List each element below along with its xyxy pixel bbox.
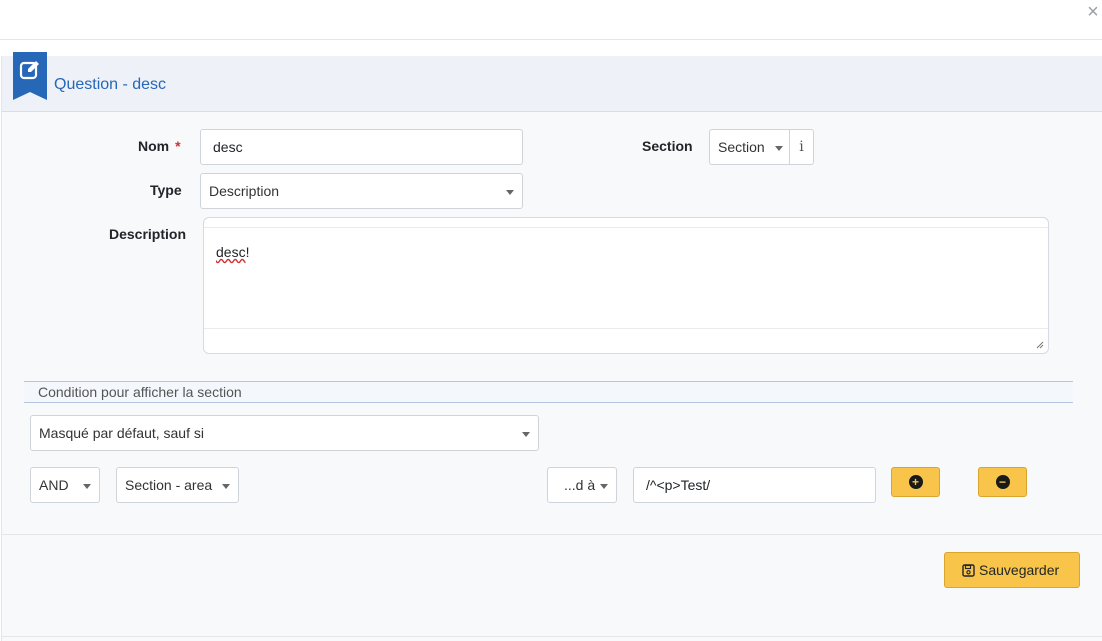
logic-select[interactable]: AND [30,467,100,503]
add-condition-button[interactable]: + [891,467,940,497]
chevron-down-icon [506,190,514,195]
question-panel: Question - desc Nom * desc Section Sectio… [1,52,1102,641]
chevron-down-icon [600,484,608,489]
type-select-value: Description [209,183,280,199]
chevron-down-icon [222,484,230,489]
edit-icon [13,52,47,100]
editor-content[interactable]: desc! [216,244,249,260]
editor-toolbar [204,218,1048,228]
logic-select-value: AND [39,477,69,493]
section-select-value: Section [718,139,765,155]
resize-handle-icon[interactable] [1036,341,1044,349]
chevron-down-icon [775,146,783,151]
description-text-punct: ! [245,244,250,260]
section-select-group: Section i [709,129,814,165]
save-button[interactable]: Sauvegarder [944,552,1080,588]
operator-select[interactable]: ...d à [547,467,617,503]
info-icon[interactable]: i [790,130,813,164]
visibility-mode-value: Masqué par défaut, sauf si [39,425,204,441]
divider [2,534,1102,535]
name-label: Nom * [138,138,181,154]
panel-title: Question - desc [54,76,167,93]
description-text-word: desc [216,244,246,260]
divider [2,636,1102,637]
field-select[interactable]: Section - area [116,467,239,503]
type-select[interactable]: Description [200,173,523,209]
name-input[interactable]: desc [200,129,523,165]
modal-topbar: × [0,0,1102,40]
condition-heading: Condition pour afficher la section [38,384,242,400]
required-mark: * [175,138,181,154]
plus-circle-icon: + [908,475,923,489]
section-select[interactable]: Section [710,130,790,164]
section-label: Section [642,138,693,154]
type-label: Type [150,182,182,198]
description-editor[interactable]: desc! [203,217,1049,354]
visibility-mode-select[interactable]: Masqué par défaut, sauf si [30,415,539,451]
save-button-label: Sauvegarder [979,562,1060,578]
chevron-down-icon [522,432,530,437]
chevron-down-icon [83,484,91,489]
editor-statusbar [204,328,1048,353]
floppy-disk-icon [962,564,975,577]
remove-condition-button[interactable]: − [978,467,1027,497]
operator-select-value: ...d à [564,477,596,493]
panel-header: Question - desc [2,52,1102,112]
field-select-value: Section - area [125,477,213,493]
match-value-input[interactable]: /^<p>Test/ [633,467,876,503]
name-label-text: Nom [138,138,170,154]
close-icon[interactable]: × [1084,2,1102,22]
minus-circle-icon: − [995,475,1010,489]
description-label: Description [109,226,187,242]
condition-heading-bar: Condition pour afficher la section [24,381,1073,403]
